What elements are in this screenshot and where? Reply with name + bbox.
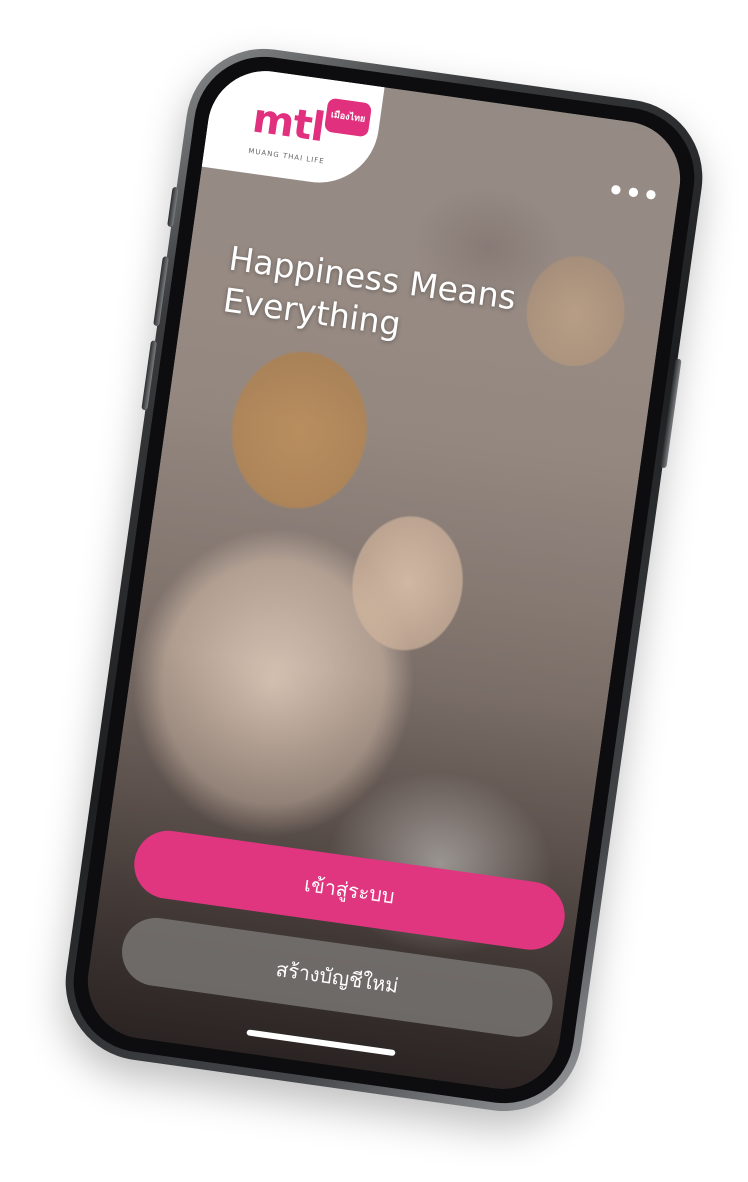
logo-badge: เมืองไทย	[323, 97, 373, 138]
phone-device: mtl เมืองไทย MUANG THAI LIFE ••• Happine…	[55, 38, 713, 1122]
more-options-icon[interactable]: •••	[605, 175, 662, 212]
stage: mtl เมืองไทย MUANG THAI LIFE ••• Happine…	[0, 0, 748, 1182]
logo-wordmark: mtl	[249, 95, 328, 152]
